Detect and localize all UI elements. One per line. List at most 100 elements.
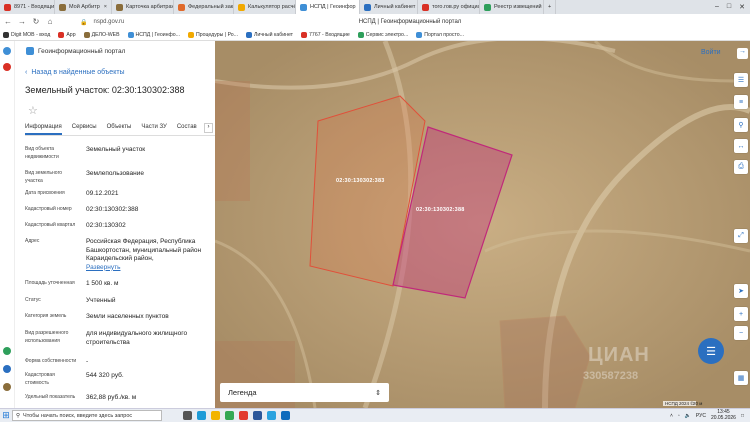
url-field[interactable]: 🔒 nspd.gov.ru НСПД | Геоинформационный п… — [80, 17, 740, 27]
clock[interactable]: 13:45 20.05.2026 — [711, 409, 736, 421]
list-icon[interactable]: ≡ — [734, 95, 748, 109]
browser-tab[interactable]: 8971 - Входящие× — [0, 0, 55, 14]
yandex-icon — [238, 411, 248, 420]
object-title: Земельный участок: 02:30:130302:388 — [25, 85, 185, 95]
windows-start-icon[interactable]: ⊞ — [0, 409, 12, 423]
attribute-value: Землепользование — [86, 170, 206, 179]
zoom-in-icon[interactable]: + — [734, 307, 748, 321]
login-icon[interactable]: → — [737, 48, 748, 59]
word-taskbar-icon[interactable] — [250, 409, 264, 423]
layers-icon[interactable]: ☰ — [734, 73, 748, 87]
bookmark-favicon-icon — [127, 31, 134, 38]
side-app-icon[interactable] — [3, 47, 11, 55]
back-arrow-icon[interactable]: ← — [4, 17, 12, 26]
attribute-label: Форма собственности — [25, 358, 77, 364]
measure-icon[interactable]: ↔ — [734, 139, 748, 153]
attribute-value-text: 09.12.2021 — [86, 190, 119, 197]
yandex-taskbar-icon[interactable] — [236, 409, 250, 423]
bookmark-favicon-icon — [416, 31, 423, 38]
zoom-out-icon[interactable]: − — [734, 326, 748, 340]
fullscreen-icon[interactable]: ⤢ — [734, 229, 748, 243]
object-tab[interactable]: Части ЗУ — [141, 124, 166, 135]
network-icon[interactable]: ▫ — [678, 413, 680, 419]
bookmark-item[interactable]: Digit МОВ - вход — [3, 31, 50, 38]
map-view[interactable]: 02:30:130302:383 02:30:130302:388 Войти … — [215, 41, 750, 408]
browser-tab[interactable]: Федеральный закон× — [174, 0, 234, 14]
edge-taskbar-icon[interactable] — [194, 409, 208, 423]
tab-favicon-icon — [300, 3, 307, 11]
browser-tab[interactable]: того.гов.ру официал× — [418, 0, 480, 14]
side-app-icon[interactable] — [3, 347, 11, 355]
browser-tab[interactable]: Мой Арбитр × — [55, 0, 112, 14]
back-to-results-link[interactable]: ‹ Назад в найденные объекты — [25, 69, 125, 76]
page-title: НСПД | Геоинформационный портал — [358, 19, 462, 25]
home-icon[interactable]: ⌂ — [46, 17, 54, 26]
object-tab[interactable]: Информация — [25, 124, 62, 135]
browser-side-panel — [0, 41, 15, 408]
attribute-value-text: для индивидуального жилищного строительс… — [86, 330, 188, 346]
browser-tab[interactable]: НСПД | Геоинфор× — [296, 0, 360, 14]
browser-tab[interactable]: Личный кабинет× — [360, 0, 418, 14]
bookmarks-bar: Digit МОВ - вход App ДЕЛО-WEB НСПД | Геоинф… — [0, 29, 750, 41]
chat-icon[interactable]: ☰ — [698, 338, 724, 364]
new-tab-icon[interactable]: + — [544, 0, 557, 14]
bookmark-item[interactable]: ДЕЛО-WEB — [83, 31, 120, 38]
reload-icon[interactable]: ↻ — [32, 17, 40, 26]
mail-taskbar-icon[interactable] — [278, 409, 292, 423]
map-type-icon[interactable]: ▦ — [734, 371, 748, 385]
object-tab[interactable]: Сервисы — [72, 124, 97, 135]
watermark-logo: ЦИАН — [588, 344, 650, 366]
explorer-taskbar-icon[interactable] — [208, 409, 222, 423]
favorite-star-icon[interactable]: ☆ — [28, 104, 38, 117]
bookmark-item[interactable]: Личный кабинет — [246, 31, 293, 38]
language-indicator[interactable]: РУС — [696, 413, 706, 419]
bookmark-item[interactable]: Сервис электро... — [357, 31, 408, 38]
tabs-next-arrow-icon[interactable]: › — [204, 123, 213, 133]
legend-dropdown[interactable]: Легенда ⇕ — [220, 383, 389, 402]
bookmark-item[interactable]: App — [58, 31, 76, 38]
browser-tab[interactable]: Реестр извещений× — [480, 0, 544, 14]
search-map-icon[interactable]: ⚲ — [734, 118, 748, 132]
task-view-taskbar-icon[interactable] — [180, 409, 194, 423]
bookmark-item[interactable]: Портал просто... — [416, 31, 464, 38]
attribute-label: Дата присвоения — [25, 190, 65, 196]
attribute-value-text: - — [86, 358, 89, 365]
tab-favicon-icon — [422, 3, 429, 11]
minimize-icon[interactable]: – — [715, 3, 719, 11]
bookmark-item[interactable]: 7767 - Входящие — [301, 31, 350, 38]
close-icon[interactable]: ✕ — [739, 3, 745, 11]
word-icon — [252, 411, 262, 420]
telegram-taskbar-icon[interactable] — [264, 409, 278, 423]
side-app-icon[interactable] — [3, 63, 11, 71]
chevron-up-icon[interactable]: ˄ — [670, 413, 673, 419]
volume-icon[interactable]: 🔈 — [685, 413, 691, 419]
attribute-value-text: 1 500 кв. м — [86, 280, 119, 287]
bookmark-item[interactable]: Процедуры | Ро... — [187, 31, 238, 38]
tab-close-icon[interactable]: × — [104, 4, 107, 10]
side-app-icon[interactable] — [3, 383, 11, 391]
browser-tab[interactable]: Карточка арбитраж× — [112, 0, 174, 14]
search-placeholder: Чтобы начать поиск, введите здесь запрос — [23, 412, 133, 419]
tab-favicon-icon — [178, 3, 185, 11]
attribute-value: 362,88 руб./кв. м — [86, 394, 206, 403]
tab-label: Калькулятор расчёт — [248, 4, 296, 10]
attribute-value-text: 544 320 руб. — [86, 372, 124, 379]
attribute-value: - — [86, 358, 206, 367]
forward-arrow-icon[interactable]: → — [18, 17, 26, 26]
print-icon[interactable]: ⎙ — [734, 160, 748, 174]
object-tab[interactable]: Состав — [177, 124, 197, 135]
chrome-taskbar-icon[interactable] — [222, 409, 236, 423]
login-link[interactable]: Войти — [701, 49, 721, 56]
locate-icon[interactable]: ➤ — [734, 284, 748, 298]
bookmark-item[interactable]: НСПД | Геоинфо... — [127, 31, 180, 38]
parcel-label-neighbor[interactable]: 02:30:130302:383 — [336, 178, 384, 184]
notifications-icon[interactable]: □ — [741, 413, 744, 419]
expand-address-link[interactable]: Развернуть — [86, 264, 120, 271]
taskbar-search-field[interactable]: ⚲ Чтобы начать поиск, введите здесь запр… — [12, 410, 162, 421]
maximize-icon[interactable]: □ — [727, 3, 731, 11]
side-app-icon[interactable] — [3, 365, 11, 373]
object-tab[interactable]: Объекты — [107, 124, 132, 135]
map-attribution: НСПД 2024 © — [663, 401, 696, 406]
browser-tab[interactable]: Калькулятор расчёт× — [234, 0, 296, 14]
parcel-label-selected[interactable]: 02:30:130302:388 — [416, 207, 464, 213]
